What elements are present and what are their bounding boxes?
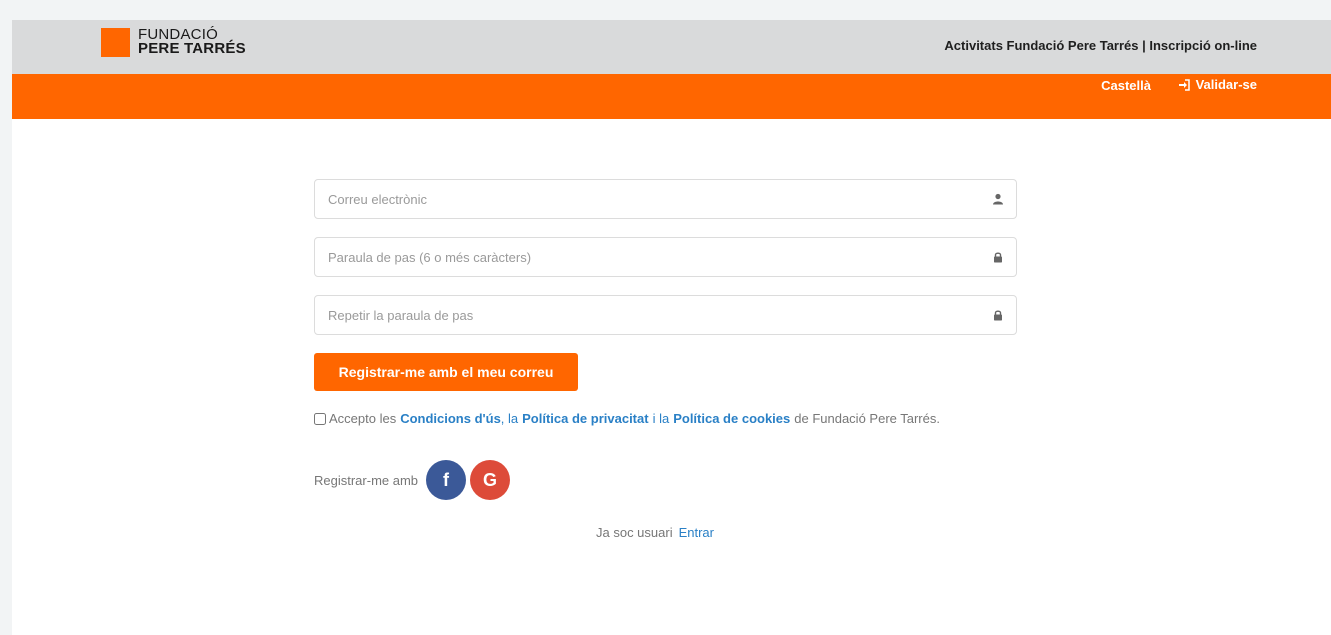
email-input[interactable] xyxy=(315,180,988,218)
repeat-password-field xyxy=(314,295,1017,335)
lock-icon xyxy=(994,310,1002,321)
brand-logo[interactable]: FUNDACIÓ PERE TARRÉS xyxy=(101,27,246,57)
password-input[interactable] xyxy=(315,238,988,276)
terms-i-la: i la xyxy=(652,411,670,426)
google-icon: G xyxy=(483,469,498,490)
logo-line-2: PERE TARRÉS xyxy=(138,40,246,57)
logo-square-icon xyxy=(101,28,130,57)
terms-prefix: Accepto les xyxy=(329,411,397,426)
already-user-row: Ja soc usuari Entrar xyxy=(596,525,714,540)
social-label: Registrar-me amb xyxy=(314,472,419,488)
logo-text: FUNDACIÓ PERE TARRÉS xyxy=(138,27,246,57)
facebook-icon: f xyxy=(443,469,450,490)
top-header: FUNDACIÓ PERE TARRÉS Activitats Fundació… xyxy=(12,20,1331,74)
password-field xyxy=(314,237,1017,277)
login-label: Validar-se xyxy=(1195,77,1257,92)
already-user-text: Ja soc usuari xyxy=(596,525,673,540)
terms-comma-la: , la xyxy=(500,411,519,426)
lock-icon xyxy=(994,252,1002,263)
user-icon xyxy=(993,193,1003,205)
register-email-button[interactable]: Registrar-me amb el meu correu xyxy=(314,353,578,391)
email-field xyxy=(314,179,1017,219)
enter-link[interactable]: Entrar xyxy=(679,525,714,540)
conditions-link[interactable]: Condicions d'ús xyxy=(400,411,501,426)
terms-suffix: de Fundació Pere Tarrés. xyxy=(794,411,940,426)
language-link[interactable]: Castellà xyxy=(1101,78,1151,93)
login-link[interactable]: Validar-se xyxy=(1178,77,1257,92)
sign-in-icon xyxy=(1178,78,1190,91)
privacy-policy-link[interactable]: Política de privacitat xyxy=(522,411,648,426)
facebook-button[interactable]: f xyxy=(426,460,467,500)
google-button[interactable]: G xyxy=(470,460,511,500)
repeat-password-input[interactable] xyxy=(315,296,988,334)
site-title: Activitats Fundació Pere Tarrés | Inscri… xyxy=(944,38,1257,53)
cookies-policy-link[interactable]: Política de cookies xyxy=(673,411,790,426)
terms-row: Accepto les Condicions d'ús , la Polític… xyxy=(314,411,944,426)
terms-checkbox[interactable] xyxy=(314,412,326,425)
social-register: Registrar-me amb f G xyxy=(314,460,514,500)
